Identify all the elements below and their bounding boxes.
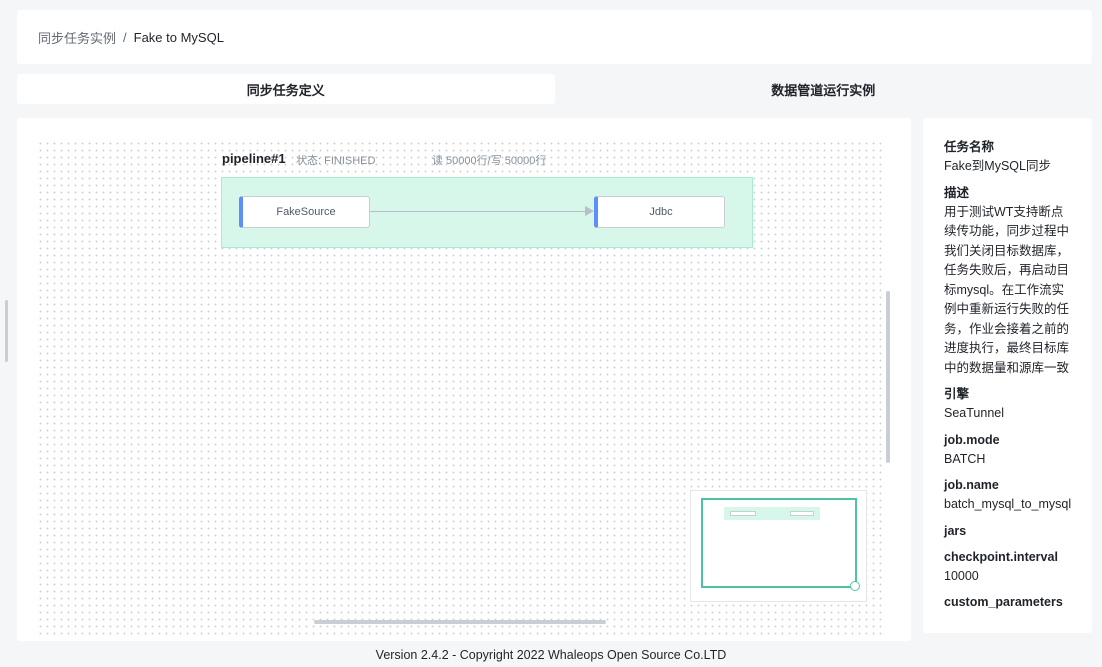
info-value-engine: SeaTunnel: [944, 406, 1004, 420]
breadcrumb-separator: /: [123, 29, 127, 45]
info-value-checkpoint-interval: 10000: [944, 568, 979, 583]
minimap-resize-handle[interactable]: [850, 581, 860, 591]
minimap-viewport[interactable]: [701, 498, 857, 588]
breadcrumb: 同步任务实例 / Fake to MySQL: [17, 10, 1092, 64]
pipeline-edge: [370, 211, 592, 212]
pipeline-status: 状态: FINISHED: [296, 155, 376, 167]
pipeline-title: pipeline#1: [222, 151, 286, 166]
minimap[interactable]: [690, 490, 867, 602]
source-node[interactable]: FakeSource: [239, 196, 370, 228]
info-label-description: 描述: [944, 185, 970, 200]
sink-node[interactable]: Jdbc: [594, 196, 725, 228]
dag-canvas[interactable]: pipeline#1 状态: FINISHED 读 50000行/写 50000…: [17, 118, 911, 641]
info-value-task-name: Fake到MySQL同步: [944, 159, 1051, 173]
edge-arrow-icon: [585, 206, 594, 216]
footer-version: Version 2.4.2 - Copyright 2022 Whaleops …: [375, 648, 727, 662]
info-label-engine: 引擎: [944, 387, 970, 401]
vertical-scrollbar[interactable]: [886, 291, 890, 463]
breadcrumb-parent-link[interactable]: 同步任务实例: [38, 28, 116, 47]
info-label-custom-parameters: custom_parameters: [944, 595, 1063, 609]
info-label-checkpoint-interval: checkpoint.interval: [944, 549, 1058, 564]
tab-task-definition[interactable]: 同步任务定义: [17, 74, 555, 104]
tab-bar: 同步任务定义 数据管道运行实例: [17, 74, 1092, 104]
info-label-job-mode: job.mode: [944, 432, 1000, 447]
tab-pipeline-instances[interactable]: 数据管道运行实例: [555, 74, 1093, 104]
info-label-task-name: 任务名称: [944, 140, 995, 154]
info-value-job-name: batch_mysql_to_mysql: [944, 497, 1072, 511]
info-label-job-name: job.name: [944, 478, 999, 492]
pipeline-group: FakeSource Jdbc: [221, 177, 753, 248]
info-value-description: 用于测试WT支持断点续传功能，同步过程中我们关闭目标数据库，任务失败后，再启动目…: [944, 204, 1070, 375]
info-value-job-mode: BATCH: [944, 451, 986, 466]
left-resize-handle[interactable]: [5, 300, 8, 362]
horizontal-scrollbar[interactable]: [314, 620, 606, 624]
info-label-jars: jars: [944, 523, 967, 538]
task-info-panel: 任务名称 Fake到MySQL同步 描述 用于测试WT支持断点续传功能，同步过程…: [923, 118, 1092, 633]
breadcrumb-current: Fake to MySQL: [133, 29, 224, 45]
pipeline-read-write-count: 读 50000行/写 50000行: [432, 155, 547, 167]
